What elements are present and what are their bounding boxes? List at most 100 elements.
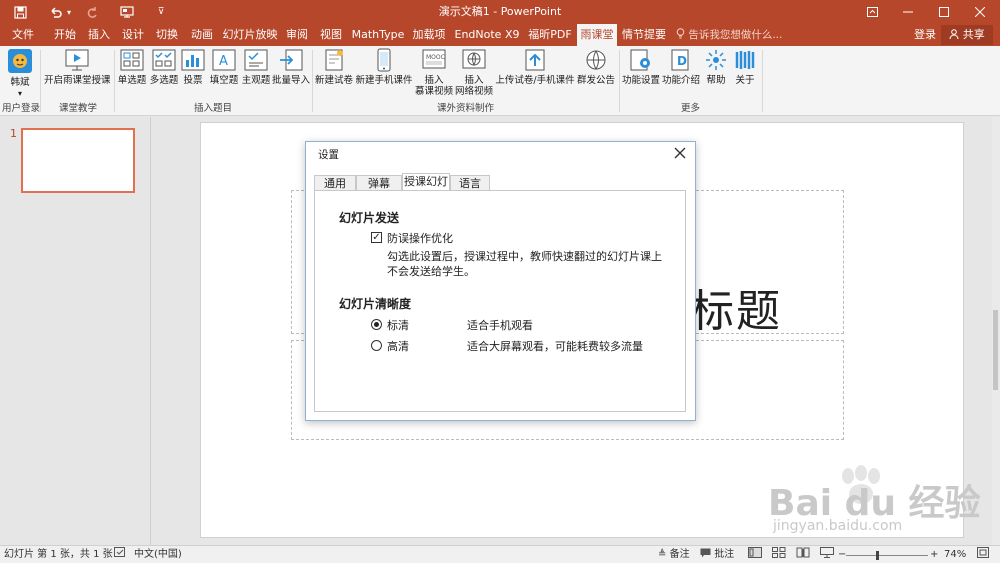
- zoom-level[interactable]: 74%: [944, 546, 966, 563]
- tab-storyboard[interactable]: 情节提要: [618, 24, 670, 46]
- ribbon-display-icon[interactable]: [854, 0, 890, 24]
- feature-settings-label: 功能设置: [621, 75, 660, 86]
- login-link[interactable]: 登录: [914, 24, 936, 46]
- slide-thumbnail[interactable]: [21, 128, 135, 193]
- new-mobile-courseware-button[interactable]: 新建手机课件: [355, 48, 413, 96]
- comments-label: 批注: [714, 549, 735, 560]
- start-class-button[interactable]: 开启雨课堂授课: [44, 48, 111, 96]
- notes-icon: ≜: [658, 549, 667, 560]
- slideshow-view-icon[interactable]: [820, 546, 834, 563]
- normal-view-icon[interactable]: [748, 546, 762, 563]
- section-slide-quality: 幻灯片清晰度: [339, 297, 412, 311]
- close-icon: [674, 144, 686, 164]
- insert-web-label2: 网络视频: [454, 86, 493, 97]
- broadcast-button[interactable]: 群发公告: [575, 48, 617, 96]
- dialog-title: 设置: [318, 149, 339, 161]
- about-button[interactable]: 关于: [731, 48, 759, 96]
- tab-file[interactable]: 文件: [4, 24, 42, 46]
- tab-transitions[interactable]: 切换: [150, 24, 184, 46]
- redo-icon[interactable]: [84, 0, 100, 24]
- vote-button[interactable]: 投票: [180, 48, 206, 96]
- zoom-slider[interactable]: [846, 555, 928, 556]
- status-bar: 幻灯片 第 1 张，共 1 张 中文(中国) ≜ 备注 批注 − + 74%: [0, 545, 1000, 563]
- feature-intro-label: 功能介绍: [661, 75, 700, 86]
- tab-endnote[interactable]: EndNote X9: [450, 24, 524, 46]
- batch-import-button[interactable]: 批量导入: [272, 48, 310, 96]
- feature-intro-button[interactable]: D 功能介绍: [661, 48, 701, 96]
- ribbon-tabs: 文件 开始 插入 设计 切换 动画 幻灯片放映 审阅 视图 MathType 加…: [0, 24, 1000, 46]
- user-button[interactable]: 韩斌 ▾: [4, 48, 36, 98]
- tab-rain-classroom[interactable]: 雨课堂: [577, 24, 617, 46]
- comment-icon: [700, 548, 714, 560]
- zoom-slider-handle[interactable]: [876, 551, 879, 560]
- minimize-icon[interactable]: [890, 0, 926, 24]
- radio-standard-desc: 适合手机观看: [467, 319, 533, 332]
- undo-dropdown-icon[interactable]: ▾: [64, 0, 74, 24]
- undo-icon[interactable]: [44, 0, 66, 24]
- insert-web-video-button[interactable]: 插入 网络视频: [454, 48, 494, 97]
- slide-sorter-icon[interactable]: [772, 546, 786, 563]
- import-icon: [272, 48, 310, 75]
- insert-mooc-video-button[interactable]: MOOC 插入 慕课视频: [414, 48, 454, 97]
- radio-high-label[interactable]: 高清: [387, 338, 409, 354]
- tab-animations[interactable]: 动画: [184, 24, 220, 46]
- spellcheck-icon[interactable]: [114, 546, 126, 563]
- tell-me-box[interactable]: 告诉我您想做什么...: [676, 24, 782, 46]
- radio-standard[interactable]: [371, 319, 382, 330]
- broadcast-label: 群发公告: [576, 75, 615, 86]
- start-class-label: 开启雨课堂授课: [44, 75, 111, 86]
- save-icon[interactable]: [8, 0, 32, 24]
- upload-icon: [495, 48, 575, 75]
- upload-button[interactable]: 上传试卷/手机课件: [495, 48, 575, 96]
- title-bar: ▾ ⊽ 演示文稿1 - PowerPoint: [0, 0, 1000, 24]
- anti-misoperation-checkbox[interactable]: ✓: [371, 232, 382, 243]
- insert-mooc-label1: 插入: [424, 75, 444, 86]
- tab-slideshow[interactable]: 幻灯片放映: [220, 24, 280, 46]
- tab-home[interactable]: 开始: [48, 24, 82, 46]
- feature-settings-button[interactable]: 功能设置: [621, 48, 661, 96]
- close-icon[interactable]: [962, 0, 998, 24]
- subjective-button[interactable]: 主观题: [240, 48, 272, 96]
- section-slide-send: 幻灯片发送: [339, 211, 400, 225]
- person-icon: [949, 28, 963, 41]
- new-paper-icon: [314, 48, 354, 75]
- multi-choice-button[interactable]: 多选题: [148, 48, 180, 96]
- dialog-tab-panel: 幻灯片发送 ✓ 防误操作优化 勾选此设置后，授课过程中，教师快速翻过的幻灯片课上…: [314, 190, 686, 412]
- tell-me-text: 告诉我您想做什么...: [688, 29, 783, 41]
- upload-label: 上传试卷/手机课件: [495, 75, 575, 86]
- zoom-in-button[interactable]: +: [930, 546, 938, 563]
- comments-button[interactable]: 批注: [700, 546, 734, 563]
- tab-addins[interactable]: 加载项: [408, 24, 450, 46]
- share-label: 共享: [962, 28, 985, 41]
- anti-misoperation-label[interactable]: 防误操作优化: [387, 230, 453, 246]
- radio-high[interactable]: [371, 340, 382, 351]
- subjective-icon: [240, 48, 272, 75]
- new-paper-button[interactable]: 新建试卷: [314, 48, 354, 96]
- tab-review[interactable]: 审阅: [280, 24, 314, 46]
- share-button[interactable]: 共享: [941, 25, 993, 45]
- svg-text:A: A: [219, 54, 228, 69]
- language-status[interactable]: 中文(中国): [134, 546, 182, 563]
- scrollbar-thumb[interactable]: [993, 310, 998, 390]
- fill-blank-button[interactable]: A 填空题: [208, 48, 240, 96]
- slide-number: 1: [10, 127, 17, 140]
- fit-slide-icon[interactable]: [977, 546, 989, 563]
- tab-mathtype[interactable]: MathType: [348, 24, 408, 46]
- svg-text:D: D: [677, 54, 687, 68]
- subjective-label: 主观题: [241, 75, 271, 86]
- radio-standard-label[interactable]: 标清: [387, 317, 409, 333]
- tab-insert[interactable]: 插入: [82, 24, 116, 46]
- present-icon[interactable]: [117, 0, 137, 24]
- dialog-close-button[interactable]: [668, 143, 692, 165]
- anti-misoperation-desc1: 勾选此设置后，授课过程中，教师快速翻过的幻灯片课上: [387, 250, 662, 263]
- customize-icon[interactable]: ⊽: [154, 0, 168, 24]
- single-choice-button[interactable]: 单选题: [116, 48, 148, 96]
- help-button[interactable]: 帮助: [703, 48, 729, 96]
- tab-design[interactable]: 设计: [116, 24, 150, 46]
- notes-button[interactable]: ≜ 备注: [658, 546, 690, 563]
- insert-web-label1: 插入: [464, 75, 484, 86]
- reading-view-icon[interactable]: [796, 546, 810, 563]
- maximize-icon[interactable]: [926, 0, 962, 24]
- tab-view[interactable]: 视图: [314, 24, 348, 46]
- tab-foxit-pdf[interactable]: 福昕PDF: [524, 24, 576, 46]
